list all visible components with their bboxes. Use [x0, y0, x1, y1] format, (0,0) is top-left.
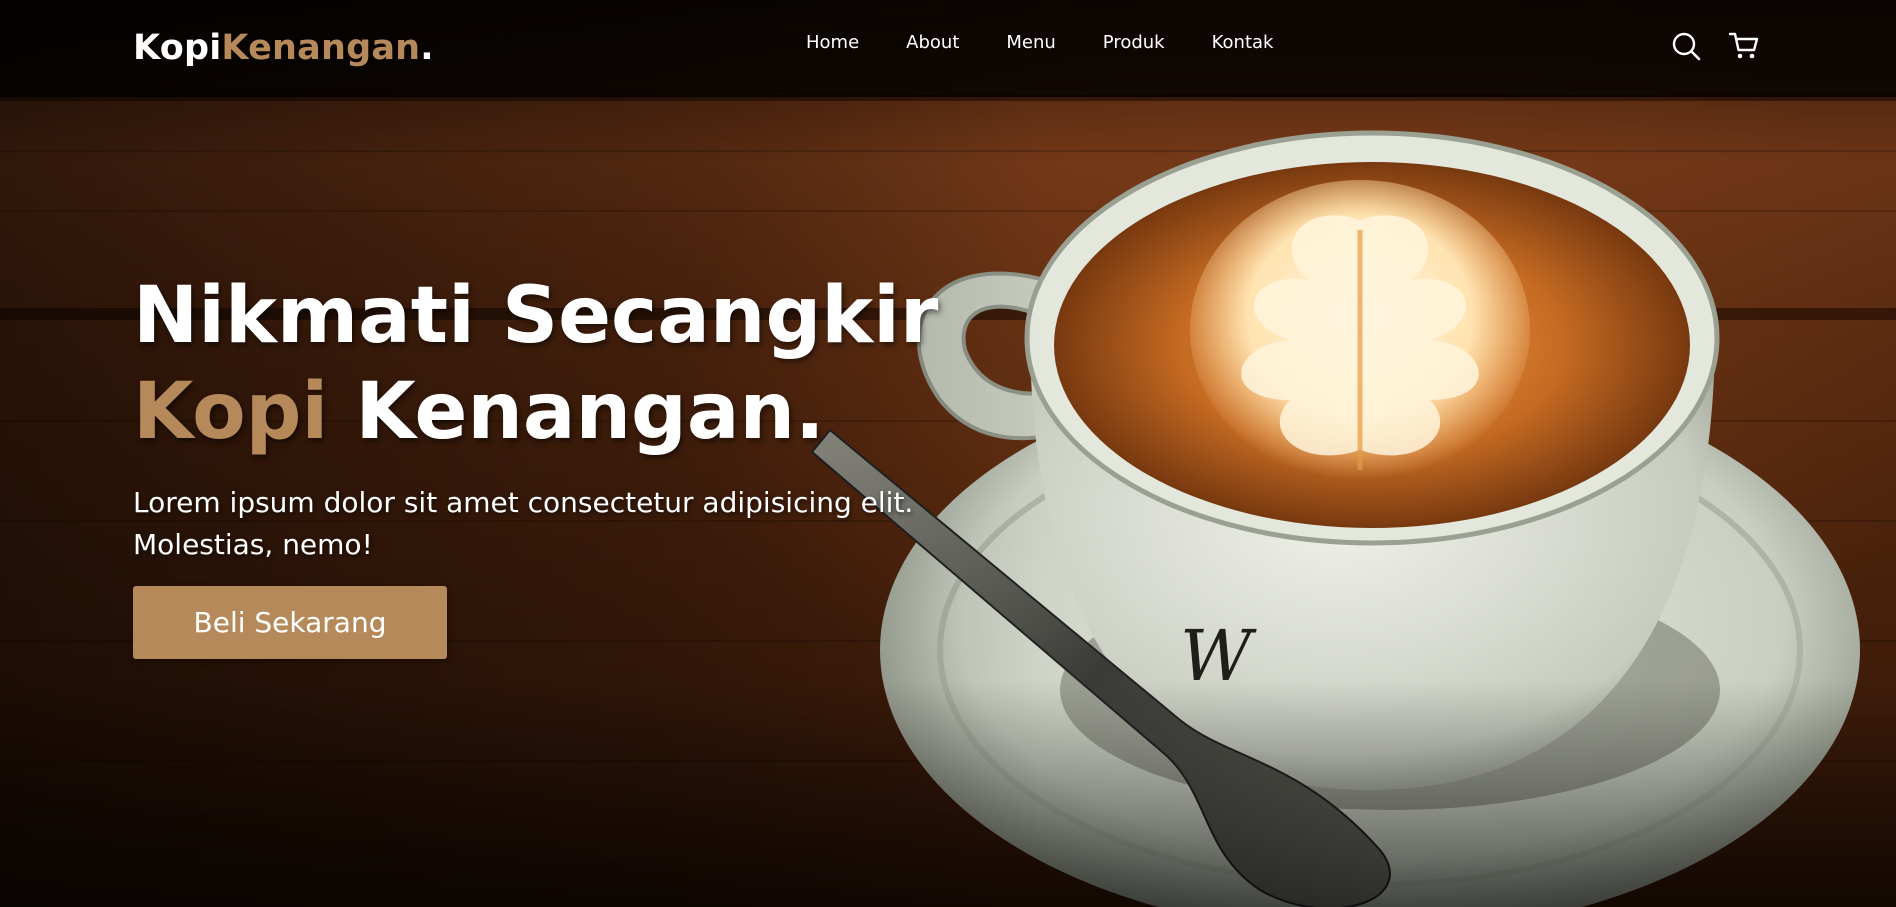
shopping-cart-icon[interactable] [1728, 30, 1760, 62]
nav-links: Home About Menu Produk Kontak [806, 32, 1320, 53]
brand-name-suffix: . [420, 28, 434, 68]
nav-link-kontak[interactable]: Kontak [1212, 32, 1274, 53]
hero-content: Nikmati Secangkir Kopi Kenangan. Lorem i… [133, 268, 1033, 659]
navbar: KopiKenangan. Home About Menu Produk Kon… [0, 0, 1896, 97]
nav-link-about[interactable]: About [906, 32, 959, 53]
hero-title-line2: Kenangan. [328, 367, 825, 457]
nav-link-produk[interactable]: Produk [1103, 32, 1165, 53]
hero-title: Nikmati Secangkir Kopi Kenangan. [133, 268, 1033, 460]
brand-name-part1: Kopi [133, 28, 222, 68]
hero-title-accent: Kopi [133, 367, 329, 457]
search-icon[interactable] [1670, 30, 1702, 62]
nav-icons [1670, 30, 1760, 62]
brand-name-part2: Kenangan [221, 28, 421, 68]
nav-link-home[interactable]: Home [806, 32, 859, 53]
nav-link-menu[interactable]: Menu [1006, 32, 1055, 53]
hero-description: Lorem ipsum dolor sit amet consectetur a… [133, 486, 914, 561]
hero-title-line1: Nikmati Secangkir [133, 271, 939, 361]
buy-now-button[interactable]: Beli Sekarang [133, 586, 447, 659]
brand-logo[interactable]: KopiKenangan. [133, 28, 434, 68]
